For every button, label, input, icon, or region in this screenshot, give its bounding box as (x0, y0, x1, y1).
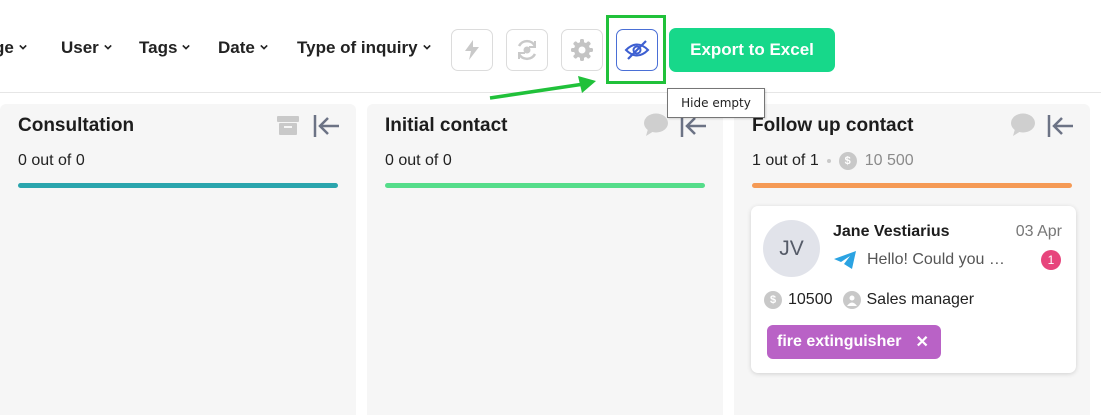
export-to-excel-button[interactable]: Export to Excel (669, 28, 835, 72)
deal-date: 03 Apr (1015, 223, 1062, 240)
filter-stage-label: ge (0, 38, 14, 57)
column-title: Follow up contact (752, 115, 914, 136)
highlight-box (606, 15, 666, 84)
automation-button[interactable] (451, 29, 493, 71)
column-title: Consultation (18, 115, 135, 136)
column-count: 1 out of 1 $ 10 500 (752, 152, 914, 170)
column-count-text: 0 out of 0 (385, 152, 452, 169)
deal-amount: 10500 (788, 291, 833, 308)
tag-label: fire extinguisher (777, 333, 902, 350)
archive-icon (276, 113, 300, 137)
column-count: 0 out of 0 (385, 152, 452, 170)
column-count: 0 out of 0 (18, 152, 85, 170)
collapse-column-icon[interactable] (1046, 113, 1074, 139)
annotation-arrow (489, 76, 596, 100)
crm-pipeline: ge User Tags Date Type of inquiry (0, 0, 1101, 415)
chevron-down-icon (19, 44, 27, 50)
column-color-bar (385, 183, 705, 188)
chevron-down-icon (104, 44, 112, 50)
user-icon (842, 291, 861, 309)
filter-user-label: User (61, 38, 99, 57)
lightning-icon (465, 40, 479, 60)
separator-dot (826, 159, 831, 163)
collapse-column-icon[interactable] (312, 113, 340, 139)
tag-chip[interactable]: fire extinguisher ✕ (767, 325, 941, 359)
filter-type-of-inquiry-label: Type of inquiry (297, 38, 418, 57)
coin-icon: $ (764, 291, 782, 309)
filter-type-of-inquiry[interactable]: Type of inquiry (297, 38, 431, 58)
chat-bubble-icon (643, 113, 669, 137)
column-title: Initial contact (385, 115, 508, 136)
column-amount: 10 500 (864, 152, 914, 169)
responsible-role: Sales manager (866, 291, 975, 308)
chevron-down-icon (422, 44, 431, 50)
filter-date[interactable]: Date (218, 38, 268, 58)
message-preview: Hello! Could you … (867, 251, 1005, 268)
avatar: JV (763, 220, 820, 277)
column-color-bar (18, 183, 338, 188)
close-icon[interactable]: ✕ (915, 332, 928, 352)
chat-bubble-icon (1010, 113, 1036, 137)
filter-date-label: Date (218, 38, 255, 57)
filter-tags-label: Tags (139, 38, 178, 57)
settings-button[interactable] (561, 29, 603, 71)
column-consultation: Consultation 0 out of 0 (0, 104, 356, 415)
filter-stage[interactable]: ge (0, 38, 27, 58)
chevron-down-icon (182, 44, 191, 50)
filter-tags[interactable]: Tags (139, 38, 191, 58)
gear-icon (571, 39, 593, 61)
last-message: Hello! Could you … (833, 250, 1019, 270)
deal-card[interactable]: JV Jane Vestiarius 03 Apr Hello! Could y… (751, 206, 1076, 373)
column-initial-contact: Initial contact 0 out of 0 (367, 104, 723, 415)
telegram-icon (834, 251, 856, 269)
deal-meta: $ 10500 Sales manager (764, 291, 974, 309)
filter-user[interactable]: User (61, 38, 112, 58)
column-count-text: 1 out of 1 (752, 152, 819, 169)
column-count-text: 0 out of 0 (18, 152, 85, 169)
sync-button[interactable] (506, 29, 548, 71)
tooltip: Hide empty (667, 88, 765, 118)
contact-name: Jane Vestiarius (833, 223, 950, 240)
unread-badge: 1 (1041, 250, 1061, 270)
chevron-down-icon (260, 44, 268, 50)
coin-icon: $ (838, 152, 857, 170)
sync-icon (517, 39, 537, 61)
column-color-bar (752, 183, 1072, 188)
